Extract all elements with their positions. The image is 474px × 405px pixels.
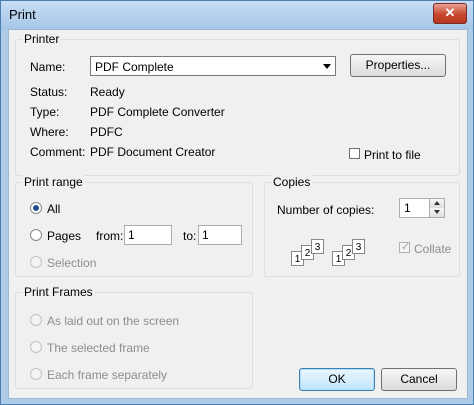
arrow-down-icon	[434, 210, 440, 214]
collate-label: Collate	[414, 242, 452, 256]
selected-frame-label: The selected frame	[47, 341, 150, 355]
checkmark-icon: ✓	[401, 241, 411, 253]
where-label: Where:	[30, 125, 69, 139]
laid-out-label: As laid out on the screen	[47, 314, 180, 328]
laid-out-radio	[30, 314, 42, 326]
number-of-copies-label: Number of copies:	[277, 203, 375, 217]
type-label: Type:	[30, 105, 60, 119]
all-radio-label[interactable]: All	[47, 202, 60, 216]
print-range-group: Print range All Pages from: 1 to: 1 Sele…	[15, 175, 253, 277]
cancel-button[interactable]: Cancel	[381, 368, 457, 391]
title-bar[interactable]: Print ✕	[1, 1, 473, 29]
from-input[interactable]: 1	[124, 225, 172, 245]
page-3-icon: 3	[311, 239, 324, 254]
from-label: from:	[96, 229, 124, 243]
arrow-up-icon	[434, 201, 440, 205]
comment-label: Comment:	[30, 145, 86, 159]
close-button[interactable]: ✕	[433, 3, 467, 24]
printer-name-select[interactable]: PDF Complete	[90, 56, 336, 76]
collate-checkbox: ✓	[399, 241, 411, 253]
printer-group-legend: Printer	[22, 32, 62, 46]
selected-frame-radio	[30, 341, 42, 353]
all-radio[interactable]	[30, 202, 42, 214]
selection-radio-label: Selection	[47, 256, 97, 270]
selection-radio	[30, 256, 42, 268]
pages-radio[interactable]	[30, 229, 42, 241]
each-frame-radio	[30, 368, 42, 380]
to-input[interactable]: 1	[198, 225, 242, 245]
number-of-copies-value: 1	[404, 201, 411, 215]
print-dialog-window: Print ✕ Printer Name: PDF Complete Prope…	[0, 0, 474, 405]
print-to-file-checkbox[interactable]	[349, 148, 360, 159]
to-label: to:	[183, 229, 197, 243]
properties-button[interactable]: Properties...	[350, 54, 446, 77]
pages-radio-label[interactable]: Pages	[47, 229, 81, 243]
comment-value: PDF Document Creator	[90, 145, 216, 159]
spin-up-button[interactable]	[429, 199, 444, 208]
chevron-down-icon	[323, 64, 331, 69]
close-icon: ✕	[444, 5, 456, 20]
window-title: Print	[9, 7, 36, 22]
type-value: PDF Complete Converter	[90, 105, 225, 119]
print-frames-group: Print Frames As laid out on the screen T…	[15, 285, 253, 389]
spin-down-button[interactable]	[429, 208, 444, 217]
printer-name-value: PDF Complete	[95, 60, 174, 74]
status-value: Ready	[90, 85, 125, 99]
radio-selected-dot	[33, 205, 39, 211]
each-frame-label: Each frame separately	[47, 368, 168, 382]
ok-button[interactable]: OK	[299, 368, 375, 391]
copies-group: Copies Number of copies: 1 1 2 3 1 2 3 ✓…	[264, 175, 460, 277]
page-3-icon: 3	[352, 239, 365, 254]
print-frames-legend: Print Frames	[22, 285, 95, 299]
where-value: PDFC	[90, 125, 123, 139]
print-range-legend: Print range	[22, 175, 85, 189]
print-to-file-label[interactable]: Print to file	[364, 148, 421, 162]
printer-name-label: Name:	[30, 60, 66, 74]
copies-legend: Copies	[271, 175, 313, 189]
dialog-body: Printer Name: PDF Complete Properties...…	[8, 29, 468, 399]
status-label: Status:	[30, 85, 68, 99]
number-of-copies-spinner[interactable]: 1	[399, 198, 445, 218]
printer-group: Printer Name: PDF Complete Properties...…	[15, 32, 460, 176]
